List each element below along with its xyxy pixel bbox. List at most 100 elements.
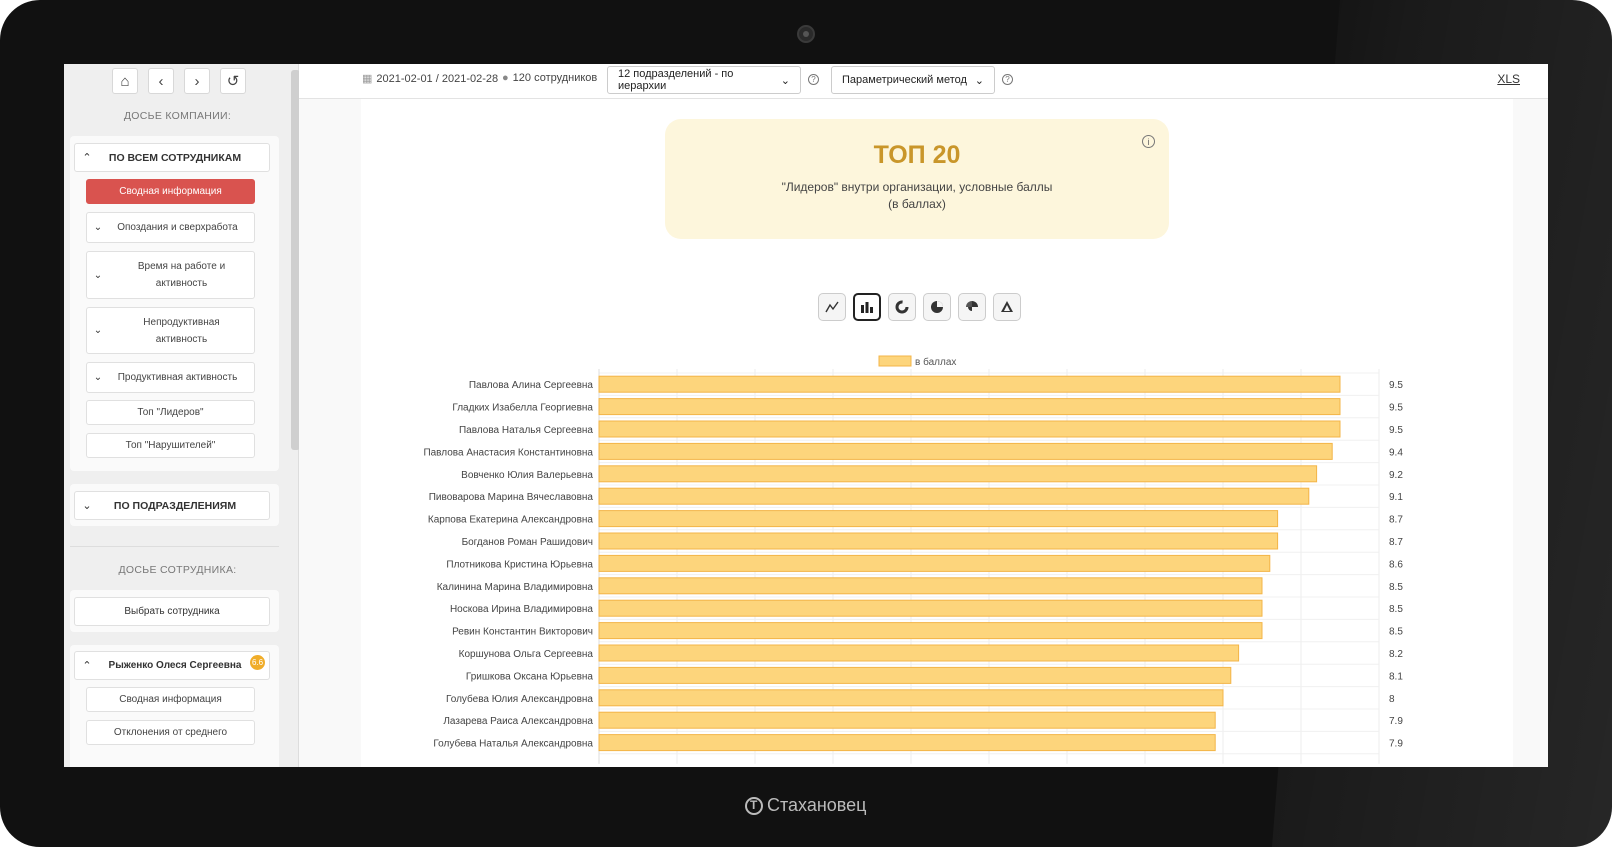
- pie-chart-icon[interactable]: [923, 293, 951, 321]
- value-label: 9.5: [1389, 403, 1403, 414]
- sidebar-item-deviations[interactable]: Отклонения от среднего: [86, 720, 255, 745]
- bar: [598, 487, 1310, 505]
- help-icon[interactable]: ?: [808, 74, 819, 85]
- top-leaders-bar-chart: в баллах Павлова Алина Сергеевна 9.5 Гладки…: [423, 355, 1403, 764]
- bar: [598, 465, 1318, 483]
- bar: [598, 420, 1341, 438]
- sidebar-nav: ⌂ ‹ › ↺: [112, 68, 246, 94]
- chevron-left-icon[interactable]: ‹: [148, 68, 174, 94]
- bar: [598, 510, 1279, 528]
- top-card: ТОП 20 "Лидеров" внутри организации, усл…: [665, 119, 1169, 239]
- bar: [598, 577, 1263, 595]
- category-label: Калинина Марина Владимировна: [437, 582, 594, 593]
- bar-chart-icon[interactable]: [853, 293, 881, 321]
- value-label: 9.1: [1389, 492, 1403, 503]
- sidebar-item-top-violators[interactable]: Топ "Нарушителей": [86, 433, 255, 458]
- departments-section[interactable]: ⌄ ПО ПОДРАЗДЕЛЕНИЯМ: [74, 491, 270, 520]
- info-icon[interactable]: i: [1142, 135, 1155, 148]
- value-label: 7.9: [1389, 739, 1403, 750]
- bar: [598, 622, 1263, 640]
- chevron-right-icon[interactable]: ›: [184, 68, 210, 94]
- sidebar-item-employee-summary[interactable]: Сводная информация: [86, 687, 255, 712]
- donut-chart-icon[interactable]: [888, 293, 916, 321]
- category-label: Гришкова Оксана Юрьевна: [466, 671, 594, 682]
- department-select[interactable]: 12 подразделений - по иерархии ⌄: [607, 66, 801, 94]
- value-label: 7.9: [1389, 716, 1403, 727]
- radar-chart-icon[interactable]: [993, 293, 1021, 321]
- chevron-down-icon: ⌄: [93, 222, 103, 233]
- category-label: Павлова Анастасия Константиновна: [423, 447, 593, 458]
- category-label: Вовченко Юлия Валерьевна: [461, 470, 593, 481]
- category-label: Павлова Наталья Сергеевна: [459, 425, 593, 436]
- sidebar-item-top-leaders[interactable]: Топ "Лидеров": [86, 400, 255, 425]
- bar: [598, 644, 1240, 662]
- category-label: Карпова Екатерина Александровна: [428, 515, 594, 526]
- category-label: Богданов Роман Рашидович: [462, 537, 593, 548]
- value-label: 8.5: [1389, 582, 1403, 593]
- chevron-down-icon: ⌄: [974, 74, 984, 87]
- select-employee-button[interactable]: Выбрать сотрудника: [74, 597, 270, 626]
- value-label: 8.1: [1389, 671, 1403, 682]
- sidebar-divider: [70, 546, 279, 547]
- bar: [598, 711, 1216, 729]
- screen: ⌂ ‹ › ↺ ДОСЬЕ КОМПАНИИ: ⌃ ПО ВСЕМ СОТРУД…: [64, 64, 1548, 767]
- undo-icon[interactable]: ↺: [220, 68, 246, 94]
- employee-dossier-heading: ДОСЬЕ СОТРУДНИКА:: [118, 564, 237, 576]
- legend-swatch: [878, 355, 912, 367]
- sidebar-item-unproductive[interactable]: ⌄ Непродуктивная активность: [86, 307, 255, 354]
- bar: [598, 666, 1232, 684]
- method-select[interactable]: Параметрический метод ⌄: [831, 66, 995, 94]
- category-label: Голубева Наталья Александровна: [433, 738, 593, 750]
- main-content: ТОП 20 "Лидеров" внутри организации, усл…: [299, 99, 1548, 767]
- value-label: 8.5: [1389, 627, 1403, 638]
- sidebar: ⌂ ‹ › ↺ ДОСЬЕ КОМПАНИИ: ⌃ ПО ВСЕМ СОТРУД…: [64, 64, 300, 767]
- category-label: Гладких Изабелла Георгиевна: [452, 402, 593, 414]
- sidebar-item-summary[interactable]: Сводная информация: [86, 179, 255, 204]
- bar: [598, 398, 1341, 416]
- home-icon[interactable]: ⌂: [112, 68, 138, 94]
- employee-section[interactable]: ⌃ Рыженко Олеся Сергеевна: [74, 651, 270, 680]
- device-frame: Стахановец ⌂ ‹ › ↺ ДОСЬЕ КОМПАНИИ: ⌃ ПО …: [0, 0, 1612, 847]
- brand-logo: Стахановец: [745, 795, 867, 816]
- employee-count: ● 120 сотрудников: [502, 72, 598, 84]
- chevron-down-icon: ⌄: [93, 372, 103, 383]
- bar: [598, 599, 1263, 617]
- value-label: 8.7: [1389, 515, 1403, 526]
- sidebar-item-productive[interactable]: ⌄ Продуктивная активность: [86, 362, 255, 393]
- chevron-down-icon: ⌄: [93, 325, 103, 336]
- employee-score-badge: 6.6: [250, 655, 265, 670]
- value-label: 8.7: [1389, 537, 1403, 548]
- polar-chart-icon[interactable]: [958, 293, 986, 321]
- top-card-subtitle-units: (в баллах): [888, 197, 946, 211]
- brand-icon: [745, 796, 763, 815]
- camera-icon: [797, 25, 815, 43]
- chevron-down-icon: ⌄: [780, 74, 790, 87]
- bar: [598, 442, 1333, 460]
- chevron-up-icon: ⌃: [82, 660, 92, 672]
- category-label: Ревин Константин Викторович: [452, 627, 593, 638]
- help-icon[interactable]: ?: [1002, 74, 1013, 85]
- category-label: Коршунова Ольга Сергеевна: [459, 649, 594, 660]
- line-chart-icon[interactable]: [818, 293, 846, 321]
- company-dossier-heading: ДОСЬЕ КОМПАНИИ:: [123, 110, 232, 122]
- bar: [598, 734, 1216, 752]
- report-panel: ТОП 20 "Лидеров" внутри организации, усл…: [361, 99, 1513, 767]
- sidebar-item-work-time[interactable]: ⌄ Время на работе и активность: [86, 251, 255, 299]
- bar: [598, 532, 1279, 550]
- bar: [598, 554, 1271, 572]
- brand-name: Стахановец: [767, 795, 867, 815]
- all-employees-section[interactable]: ⌃ ПО ВСЕМ СОТРУДНИКАМ: [74, 143, 270, 172]
- date-range[interactable]: ▦ 2021-02-01 / 2021-02-28: [362, 72, 498, 86]
- category-label: Голубева Юлия Александровна: [446, 693, 593, 705]
- category-label: Плотникова Кристина Юрьевна: [446, 559, 593, 570]
- category-label: Носкова Ирина Владимировна: [450, 604, 593, 615]
- xls-export-link[interactable]: XLS: [1497, 72, 1520, 86]
- bar: [598, 689, 1224, 707]
- category-label: Пивоварова Марина Вячеславовна: [429, 492, 594, 503]
- chart-type-switcher: [818, 293, 1021, 321]
- value-label: 8.6: [1389, 559, 1403, 570]
- value-label: 8.2: [1389, 649, 1403, 660]
- sidebar-item-lateness[interactable]: ⌄ Опоздания и сверхработа: [86, 212, 255, 243]
- category-label: Павлова Алина Сергеевна: [469, 380, 594, 391]
- calendar-icon: ▦: [362, 73, 373, 85]
